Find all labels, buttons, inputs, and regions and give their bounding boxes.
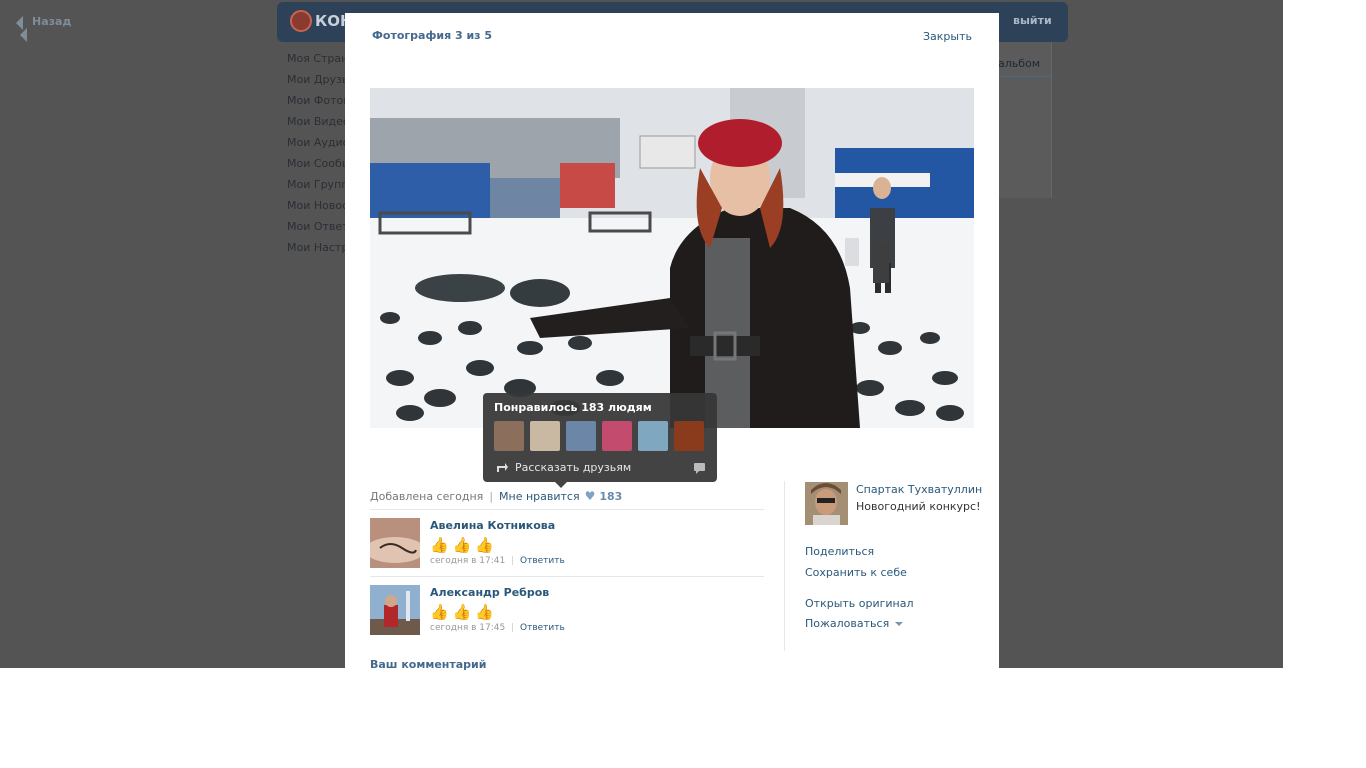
- site-logo-icon[interactable]: [290, 10, 312, 32]
- album-name[interactable]: Новогодний конкурс!: [856, 500, 980, 513]
- photo-counter-title: Фотография 3 из 5: [372, 29, 493, 42]
- liker-avatar[interactable]: [674, 421, 704, 451]
- left-navigation: Моя Страница Мои Друзья Мои Фотографии М…: [287, 52, 347, 262]
- nav-item-my-audio[interactable]: Мои Аудиозаписи: [287, 136, 347, 157]
- likes-tooltip: Понравилось 183 людям Рассказать друзьям: [483, 393, 717, 488]
- comment-time[interactable]: сегодня в 17:41: [430, 556, 505, 566]
- thumbs-up-icon: 👍: [430, 536, 449, 554]
- comment-item: Александр Ребров 👍 👍 👍 сегодня в 17:45 |…: [370, 585, 764, 645]
- liker-avatar[interactable]: [530, 421, 560, 451]
- reply-button[interactable]: Ответить: [520, 623, 565, 633]
- separator: |: [489, 489, 494, 503]
- commenter-avatar[interactable]: [370, 518, 420, 568]
- open-original-link[interactable]: Открыть оригинал: [805, 597, 914, 610]
- nav-item-my-settings[interactable]: Мои Настройки: [287, 241, 347, 262]
- report-label[interactable]: Пожаловаться: [805, 617, 889, 630]
- photo-info-line: Добавлена сегодня | Мне нравится ♥ 183: [370, 489, 622, 503]
- comment-meta: сегодня в 17:41 | Ответить: [430, 556, 565, 566]
- commenter-name[interactable]: Александр Ребров: [430, 586, 549, 599]
- liker-avatar[interactable]: [602, 421, 632, 451]
- liker-avatar[interactable]: [566, 421, 596, 451]
- nav-item-my-videos[interactable]: Мои Видеозаписи: [287, 115, 347, 136]
- album-tab-underline: [998, 76, 1052, 77]
- nav-item-my-news[interactable]: Мои Новости: [287, 199, 347, 220]
- close-button[interactable]: Закрыть: [923, 30, 972, 43]
- commenter-name[interactable]: Авелина Котникова: [430, 519, 555, 532]
- nav-item-my-messages[interactable]: Мои Сообщения: [287, 157, 347, 178]
- comment-meta: сегодня в 17:45 | Ответить: [430, 623, 565, 633]
- separator: |: [511, 623, 515, 633]
- thumbs-up-icon: 👍: [475, 603, 495, 621]
- report-dropdown[interactable]: Пожаловаться: [805, 617, 904, 630]
- comment-item: Авелина Котникова 👍 👍 👍 сегодня в 17:41 …: [370, 518, 764, 578]
- liker-avatar[interactable]: [638, 421, 668, 451]
- chevron-down-icon[interactable]: [895, 622, 904, 626]
- main-photo[interactable]: [370, 88, 974, 428]
- thumbs-up-icon: 👍: [452, 603, 472, 621]
- page-margin-right: [1283, 0, 1366, 668]
- like-count[interactable]: 183: [599, 490, 622, 503]
- photo-viewer: Фотография 3 из 5 Закрыть Добавлена сего…: [345, 13, 999, 673]
- page-margin-bottom: [0, 668, 1366, 768]
- tooltip-tail: [555, 482, 567, 488]
- share-arrow-icon: [497, 463, 508, 472]
- comment-text: 👍 👍 👍: [430, 603, 494, 621]
- photo-illustration: [370, 88, 974, 428]
- added-date: Добавлена сегодня: [370, 489, 484, 503]
- heart-icon[interactable]: ♥: [585, 489, 596, 503]
- divider: [370, 509, 764, 510]
- owner-name[interactable]: Спартак Тухватуллин: [856, 483, 982, 496]
- comment-text: 👍 👍 👍: [430, 536, 494, 554]
- like-button[interactable]: Мне нравится: [499, 490, 580, 503]
- likers-avatars: [494, 421, 704, 451]
- back-arrow-icon-secondary: [20, 28, 27, 42]
- owner-avatar[interactable]: [805, 482, 848, 525]
- thumbs-up-icon: 👍: [430, 603, 449, 621]
- divider: [370, 576, 764, 577]
- nav-item-my-answers[interactable]: Мои Ответы: [287, 220, 347, 241]
- nav-item-my-friends[interactable]: Мои Друзья: [287, 73, 347, 94]
- reply-button[interactable]: Ответить: [520, 556, 565, 566]
- nav-item-my-photos[interactable]: Мои Фотографии: [287, 94, 347, 115]
- save-link[interactable]: Сохранить к себе: [805, 566, 907, 579]
- liker-avatar[interactable]: [494, 421, 524, 451]
- share-with-friends-label: Рассказать друзьям: [515, 461, 632, 474]
- separator: |: [511, 556, 515, 566]
- logout-link[interactable]: выйти: [1013, 14, 1052, 27]
- your-comment-label: Ваш комментарий: [370, 658, 487, 671]
- share-with-friends-button[interactable]: Рассказать друзьям: [496, 461, 631, 474]
- comment-time[interactable]: сегодня в 17:45: [430, 623, 505, 633]
- nav-item-my-groups[interactable]: Мои Группы: [287, 178, 347, 199]
- column-separator: [784, 481, 785, 651]
- back-link[interactable]: Назад: [32, 15, 71, 28]
- nav-item-my-page[interactable]: Моя Страница: [287, 52, 347, 73]
- commenter-avatar[interactable]: [370, 585, 420, 635]
- share-link[interactable]: Поделиться: [805, 545, 874, 558]
- thumbs-up-icon: 👍: [452, 536, 472, 554]
- album-tab[interactable]: альбом: [998, 57, 1040, 70]
- likes-tooltip-title[interactable]: Понравилось 183 людям: [494, 401, 652, 414]
- thumbs-up-icon: 👍: [475, 536, 495, 554]
- comment-icon[interactable]: [694, 463, 705, 474]
